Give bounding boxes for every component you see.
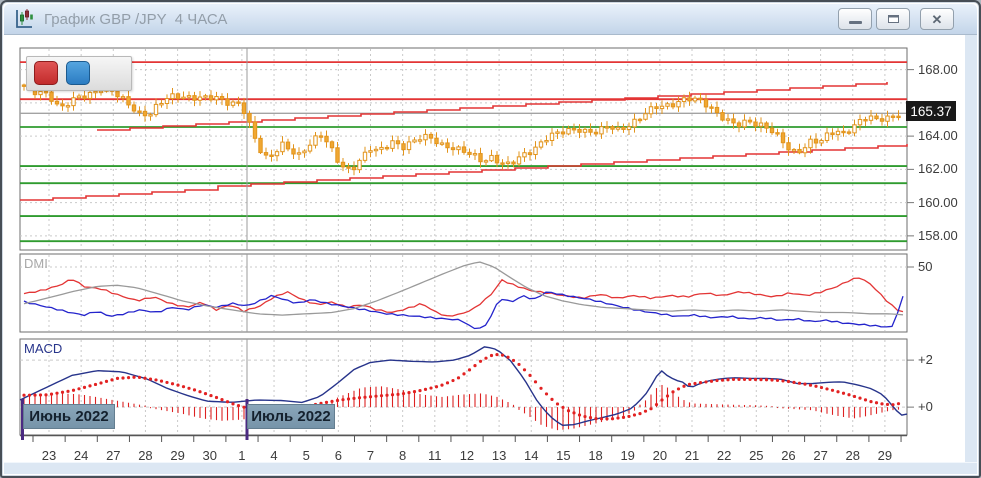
month-label-june: Июнь 2022 xyxy=(23,404,115,429)
month-label-july: Июль 2022 xyxy=(247,404,335,429)
dmi-axis-label: 50 xyxy=(918,258,932,276)
price-axis-label: 160.00 xyxy=(918,194,958,212)
chart-window: График GBP /JPY 4 ЧАСА ✕ DMI MACD Июнь 2… xyxy=(0,0,981,478)
chart-canvas[interactable] xyxy=(2,2,981,478)
price-axis-label: 162.00 xyxy=(918,160,958,178)
macd-axis-label: +2 xyxy=(918,351,933,369)
buy-marker-button[interactable] xyxy=(66,61,90,85)
bottom-margin-strip xyxy=(4,462,977,474)
price-axis-label: 168.00 xyxy=(918,61,958,79)
right-margin-strip xyxy=(965,35,977,463)
sell-marker-button[interactable] xyxy=(34,61,58,85)
macd-indicator-label: MACD xyxy=(24,341,62,356)
chart-toolbar xyxy=(26,56,132,91)
price-axis-label: 164.00 xyxy=(918,127,958,145)
macd-axis-label: +0 xyxy=(918,398,933,416)
dmi-indicator-label: DMI xyxy=(24,256,48,271)
price-axis-label: 158.00 xyxy=(918,227,958,245)
current-price-badge: 165.37 xyxy=(906,101,956,121)
